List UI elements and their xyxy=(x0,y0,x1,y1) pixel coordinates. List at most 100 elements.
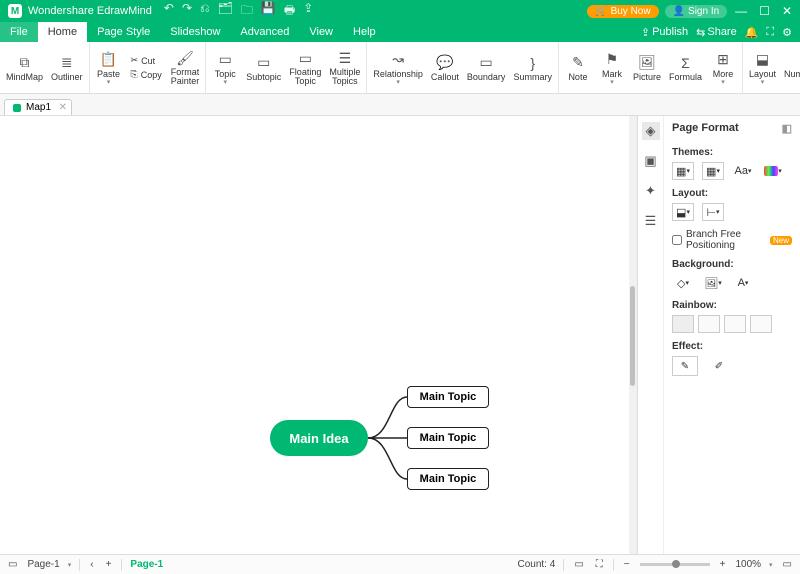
outliner-button[interactable]: ≣Outliner xyxy=(47,44,87,91)
format-painter-button[interactable]: 🖌Format Painter xyxy=(167,44,204,91)
formula-button[interactable]: ΣFormula xyxy=(665,44,706,91)
close-tab-icon[interactable]: ✕ xyxy=(59,102,67,113)
sign-in-button[interactable]: 👤 Sign In xyxy=(665,5,728,18)
main-topic[interactable]: Main Topic xyxy=(407,468,489,490)
more-button[interactable]: ⊞More▾ xyxy=(706,44,740,91)
app-logo-icon: M xyxy=(8,4,22,18)
theme-option[interactable]: ▦▾ xyxy=(672,162,694,180)
callout-button[interactable]: 💬Callout xyxy=(427,44,463,91)
prev-page-button[interactable]: ‹ xyxy=(88,559,95,570)
menu-file[interactable]: File xyxy=(0,22,38,42)
document-tabs: Map1 ✕ xyxy=(0,94,800,116)
theme-option[interactable]: ▦▾ xyxy=(702,162,724,180)
layout-option[interactable]: ⬓▾ xyxy=(672,203,694,221)
effect-hand-drawn[interactable]: ✎ xyxy=(672,356,698,376)
copy-button[interactable]: ⎘Copy xyxy=(129,68,164,81)
multiple-topics-button[interactable]: ☰Multiple Topics xyxy=(325,44,364,91)
relationship-button[interactable]: ↝Relationship▾ xyxy=(369,44,427,91)
floating-topic-button[interactable]: ▭Floating Topic xyxy=(285,44,325,91)
right-panel: ◈ ▣ ✦ ☰ Page Format◧ Themes: ▦▾ ▦▾ Aa▾ ▾… xyxy=(637,116,800,554)
menu-slideshow[interactable]: Slideshow xyxy=(160,22,230,42)
menu-home[interactable]: Home xyxy=(38,22,87,42)
mark-button[interactable]: ⚑Mark▾ xyxy=(595,44,629,91)
color-option[interactable]: ▾ xyxy=(762,162,784,180)
tab-map1[interactable]: Map1 ✕ xyxy=(4,99,72,115)
menu-help[interactable]: Help xyxy=(343,22,386,42)
main-topic[interactable]: Main Topic xyxy=(407,386,489,408)
rainbow-option[interactable] xyxy=(750,315,772,333)
formula-icon: Σ xyxy=(676,54,694,72)
menu-view[interactable]: View xyxy=(299,22,343,42)
settings-icon[interactable]: ⚙ xyxy=(782,26,792,39)
ribbon: ⧉MindMap ≣Outliner 📋Paste▾ ✂Cut ⎘Copy 🖌F… xyxy=(0,42,800,94)
subtopic-button[interactable]: ▭Subtopic xyxy=(242,44,285,91)
qat-icon[interactable]: 🗂 xyxy=(218,1,233,22)
central-topic[interactable]: Main Idea xyxy=(270,420,368,456)
open-icon[interactable]: 🗀 xyxy=(241,1,253,22)
undo-icon[interactable]: ↶ xyxy=(164,1,174,22)
qat-icon[interactable]: ⎌ xyxy=(200,1,210,22)
bg-image-option[interactable]: 🖼▾ xyxy=(702,274,724,292)
clipart-icon[interactable]: ✦ xyxy=(642,182,660,200)
layout-button[interactable]: ⬓Layout▾ xyxy=(745,44,780,91)
page-thumb-icon[interactable]: ▭ xyxy=(6,559,19,570)
effect-none[interactable]: ✐ xyxy=(706,356,732,376)
theme-icon[interactable]: ▣ xyxy=(642,152,660,170)
share-button[interactable]: ⇆ Share xyxy=(696,26,737,39)
zoom-in-button[interactable]: + xyxy=(718,559,728,570)
paste-button[interactable]: 📋Paste▾ xyxy=(92,44,126,91)
save-icon[interactable]: 💾 xyxy=(261,1,276,22)
font-option[interactable]: Aa▾ xyxy=(732,162,754,180)
quick-access-toolbar: ↶ ↷ ⎌ 🗂 🗀 💾 🖶 ⇪ xyxy=(164,1,313,22)
picture-button[interactable]: 🖼Picture xyxy=(629,44,665,91)
numbering-button[interactable]: ≡Numbering▾ xyxy=(780,44,800,91)
zoom-slider[interactable] xyxy=(640,563,710,566)
buy-now-button[interactable]: 🛒 Buy Now xyxy=(587,5,658,18)
minimize-icon[interactable]: — xyxy=(735,4,747,18)
cut-button[interactable]: ✂Cut xyxy=(129,54,164,67)
connector-option[interactable]: ⊢▾ xyxy=(702,203,724,221)
rainbow-option[interactable] xyxy=(724,315,746,333)
panel-pin-icon[interactable]: ◧ xyxy=(782,122,792,135)
more-icon: ⊞ xyxy=(714,51,732,69)
branch-free-checkbox[interactable] xyxy=(672,235,682,245)
rainbow-option[interactable] xyxy=(698,315,720,333)
outline-icon[interactable]: ☰ xyxy=(642,212,660,230)
publish-button[interactable]: ⇪ Publish xyxy=(641,26,688,39)
workspace: Main Idea Main Topic Main Topic Main Top… xyxy=(0,116,800,554)
fullscreen-icon[interactable]: ⛶ xyxy=(766,26,774,39)
notification-icon[interactable]: 🔔 xyxy=(745,26,759,39)
redo-icon[interactable]: ↷ xyxy=(182,1,192,22)
summary-button[interactable]: }Summary xyxy=(509,44,556,91)
canvas[interactable]: Main Idea Main Topic Main Topic Main Top… xyxy=(0,116,637,554)
rainbow-option[interactable] xyxy=(672,315,694,333)
zoom-out-button[interactable]: − xyxy=(622,559,632,570)
present-icon[interactable]: ▭ xyxy=(781,559,794,570)
page-format-icon[interactable]: ◈ xyxy=(642,122,660,140)
page-label: Page-1 xyxy=(27,559,59,570)
menu-page-style[interactable]: Page Style xyxy=(87,22,160,42)
topic-button[interactable]: ▭Topic▾ xyxy=(208,44,242,91)
boundary-button[interactable]: ▭Boundary xyxy=(463,44,510,91)
note-icon: ✎ xyxy=(569,54,587,72)
boundary-icon: ▭ xyxy=(477,54,495,72)
vertical-scrollbar[interactable] xyxy=(629,116,636,554)
main-topic[interactable]: Main Topic xyxy=(407,427,489,449)
copy-icon: ⎘ xyxy=(131,69,138,80)
bg-watermark-option[interactable]: A▾ xyxy=(732,274,754,292)
active-page-name[interactable]: Page-1 xyxy=(130,559,163,570)
print-icon[interactable]: 🖶 xyxy=(284,1,295,22)
bg-fill-option[interactable]: ◇▾ xyxy=(672,274,694,292)
outliner-icon: ≣ xyxy=(58,54,76,72)
layout-heading: Layout: xyxy=(672,188,792,199)
mindmap-button[interactable]: ⧉MindMap xyxy=(2,44,47,91)
fit-icon[interactable]: ⛶ xyxy=(594,559,605,570)
add-page-button[interactable]: + xyxy=(104,559,114,570)
menu-advanced[interactable]: Advanced xyxy=(230,22,299,42)
view-mode-icon[interactable]: ▭ xyxy=(572,559,585,570)
tab-dot-icon xyxy=(13,104,21,112)
export-icon[interactable]: ⇪ xyxy=(303,1,313,22)
maximize-icon[interactable]: ☐ xyxy=(759,4,770,18)
close-icon[interactable]: ✕ xyxy=(782,4,792,18)
note-button[interactable]: ✎Note xyxy=(561,44,595,91)
